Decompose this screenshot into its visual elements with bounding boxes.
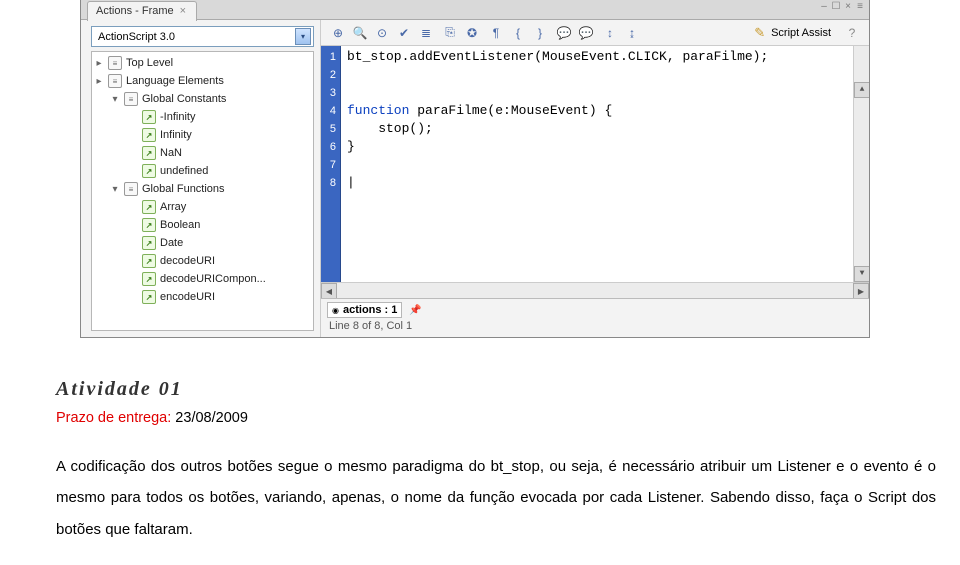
leaf-icon: ↗ [142,218,156,232]
script-assist-button[interactable]: ✎ Script Assist [748,25,837,41]
panel-menu-icon[interactable]: ≡ [855,2,865,12]
chevron-down-icon[interactable]: ▾ [295,28,311,45]
deadline-label: Prazo de entrega: [56,410,171,426]
paragraph-icon[interactable]: ¶ [487,24,505,42]
add-snippet-icon[interactable]: ⊕ [329,24,347,42]
left-pane: ActionScript 3.0 ▾ ▸≡Top Level ▸≡Languag… [81,20,321,337]
code-toolbar: ⊕ 🔍 ⊙ ✔ ≣ ⎘ ✪ ¶ { } [321,20,869,46]
leaf-icon: ↗ [142,254,156,268]
leaf-icon: ↗ [142,146,156,160]
tree-item[interactable]: ▾≡Global Constants [92,90,313,108]
tree-item[interactable]: ↗Infinity [92,126,313,144]
script-assist-label: Script Assist [771,27,831,39]
uncomment-icon[interactable]: 💬 [577,24,595,42]
script-nav[interactable]: ◉ actions : 1 [327,302,402,318]
scroll-right-icon[interactable]: ▶ [853,283,869,299]
debug-icon[interactable]: ✪ [463,24,481,42]
script-nav-label: actions : 1 [343,304,397,316]
nav-bullet-icon: ◉ [332,306,339,315]
leaf-icon: ↗ [142,110,156,124]
tree-item[interactable]: ▾≡Global Functions [92,180,313,198]
tree-item[interactable]: ▸≡Language Elements [92,72,313,90]
line-gutter: 1 2 3 4 5 6 7 8 [321,46,341,282]
tree-item[interactable]: ↗Date [92,234,313,252]
tree-item[interactable]: ↗-Infinity [92,108,313,126]
package-icon: ≡ [108,56,122,70]
status-bar: ◉ actions : 1 📌 Line 8 of 8, Col 1 [321,298,869,337]
tree-item[interactable]: ↗NaN [92,144,313,162]
activity-heading: Atividade 01 [56,378,936,401]
tree-item[interactable]: ↗encodeURI [92,288,313,306]
minimize-icon[interactable]: – [819,2,829,12]
language-select[interactable]: ActionScript 3.0 ▾ [91,26,314,47]
brace-close-icon[interactable]: } [531,24,549,42]
maximize-icon[interactable]: ☐ [831,2,841,12]
scroll-down-icon[interactable]: ▼ [854,266,869,282]
leaf-icon: ↗ [142,164,156,178]
leaf-icon: ↗ [142,236,156,250]
tree-item[interactable]: ↗Boolean [92,216,313,234]
code-pane: ⊕ 🔍 ⊙ ✔ ≣ ⎘ ✪ ¶ { } [321,20,869,337]
leaf-icon: ↗ [142,272,156,286]
leaf-icon: ↗ [142,128,156,142]
panel-titlebar: Actions - Frame × – ☐ × ≡ [81,0,869,20]
help-icon[interactable]: ? [843,24,861,42]
find-icon[interactable]: 🔍 [351,24,369,42]
brace-open-icon[interactable]: { [509,24,527,42]
actions-panel: Actions - Frame × – ☐ × ≡ ActionScript 3… [80,0,870,338]
wand-icon: ✎ [754,25,765,41]
tree-item[interactable]: ↗decodeURICompon... [92,270,313,288]
tree-item[interactable]: ↗Array [92,198,313,216]
code-editor[interactable]: bt_stop.addEventListener(MouseEvent.CLIC… [341,46,869,282]
leaf-icon: ↗ [142,200,156,214]
api-tree[interactable]: ▸≡Top Level ▸≡Language Elements ▾≡Global… [91,51,314,331]
panel-tab[interactable]: Actions - Frame × [87,1,197,21]
deadline-value: 23/08/2009 [171,410,248,426]
auto-format-icon[interactable]: ≣ [417,24,435,42]
package-icon: ≡ [124,182,138,196]
package-icon: ≡ [108,74,122,88]
horizontal-scrollbar[interactable]: ◀ ▶ [321,282,869,298]
check-syntax-icon[interactable]: ✔ [395,24,413,42]
expand-icon[interactable]: ↕ [601,24,619,42]
vertical-scrollbar[interactable]: ▲ ▼ [853,46,869,282]
leaf-icon: ↗ [142,290,156,304]
comment-icon[interactable]: 💬 [555,24,573,42]
tree-item[interactable]: ↗undefined [92,162,313,180]
tree-item[interactable]: ▸≡Top Level [92,54,313,72]
target-icon[interactable]: ⊙ [373,24,391,42]
scroll-left-icon[interactable]: ◀ [321,283,337,299]
tab-close-icon[interactable]: × [180,5,186,17]
language-value: ActionScript 3.0 [98,31,175,43]
activity-body: A codificação dos outros botões segue o … [56,451,936,546]
close-icon[interactable]: × [843,2,853,12]
collapse-icon[interactable]: ↨ [623,24,641,42]
bookmark-icon[interactable]: ⎘ [441,24,459,42]
scroll-up-icon[interactable]: ▲ [854,82,869,98]
tab-title: Actions - Frame [96,5,174,17]
pin-icon[interactable]: 📌 [408,303,422,317]
tree-item[interactable]: ↗decodeURI [92,252,313,270]
activity-section: Atividade 01 Prazo de entrega: 23/08/200… [56,378,936,545]
cursor-position: Line 8 of 8, Col 1 [327,319,863,335]
package-icon: ≡ [124,92,138,106]
